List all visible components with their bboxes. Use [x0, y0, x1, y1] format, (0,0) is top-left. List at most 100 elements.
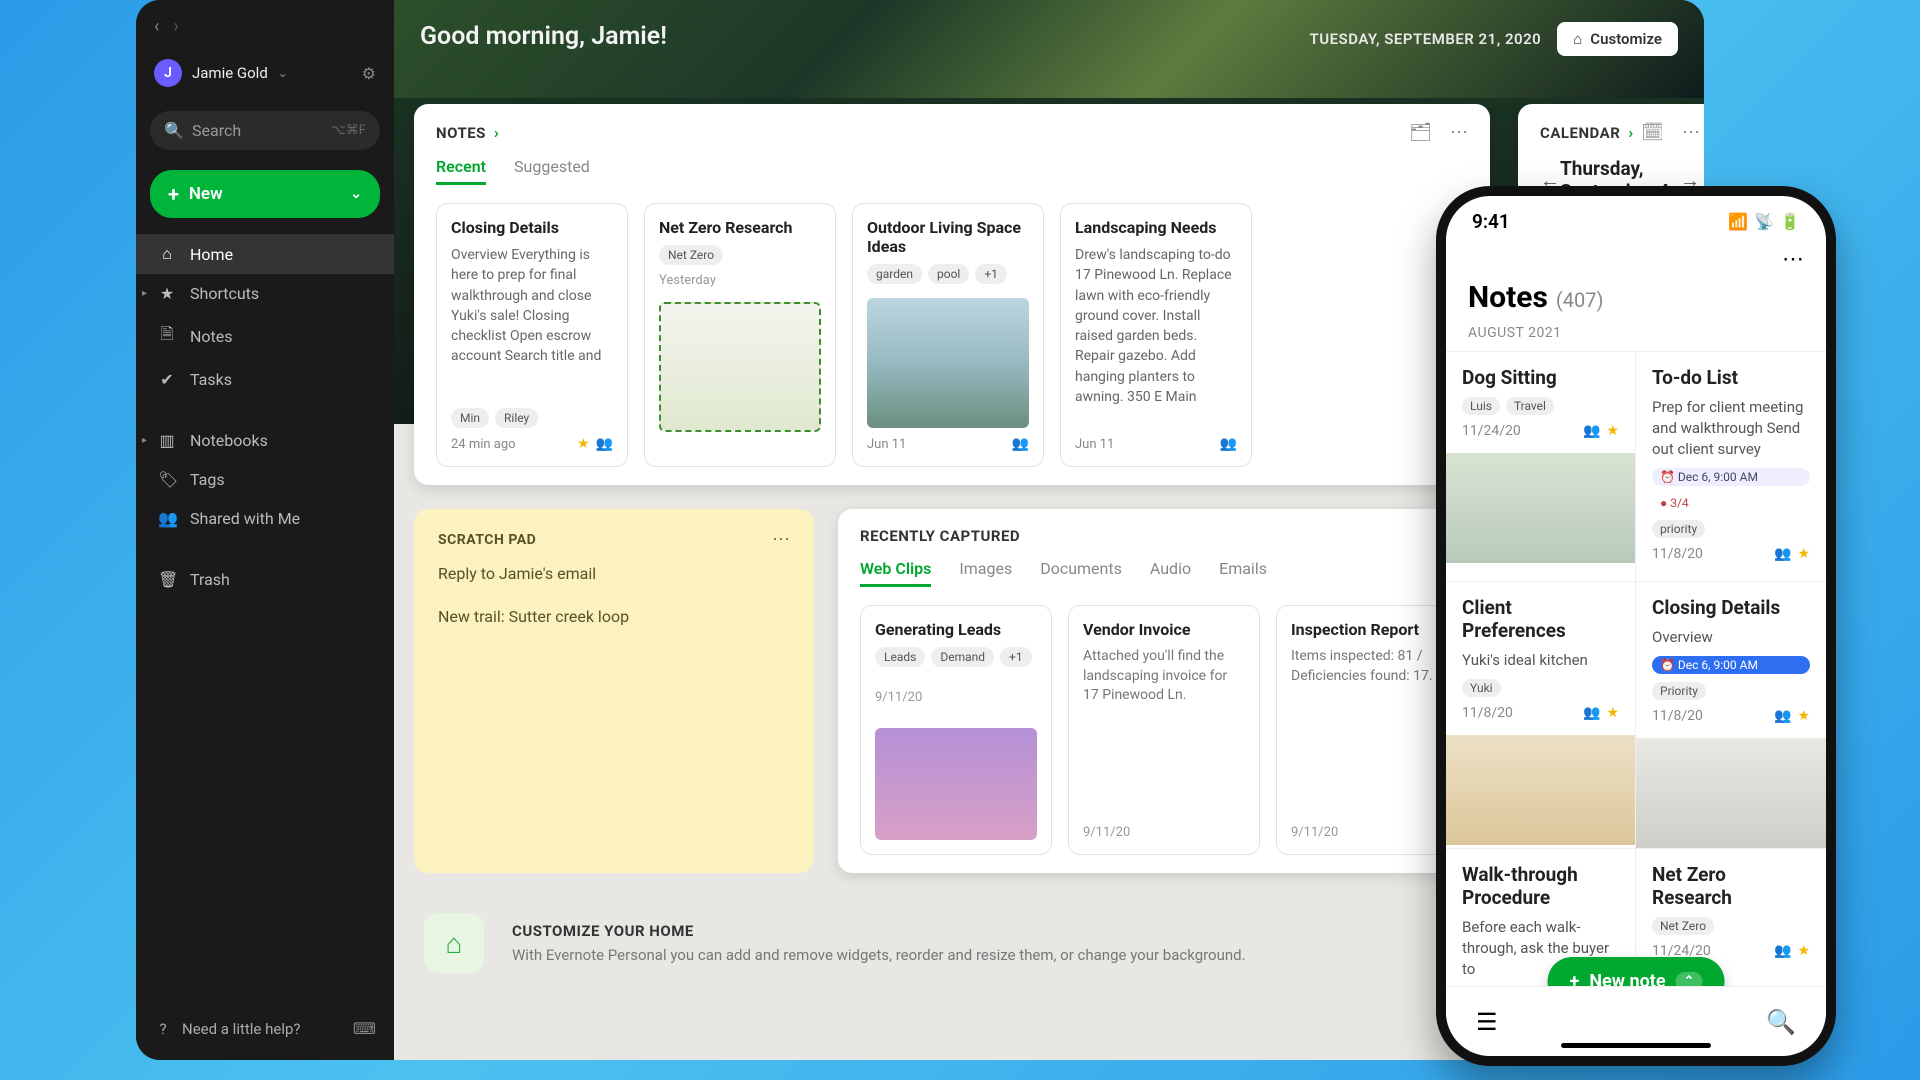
sidebar-label: Shared with Me: [190, 509, 300, 528]
tag[interactable]: garden: [867, 264, 922, 284]
chevron-right-icon[interactable]: ›: [1628, 123, 1633, 142]
recent-tab-documents[interactable]: Documents: [1040, 559, 1122, 587]
scratch-pad[interactable]: SCRATCH PAD ⋯ Reply to Jamie's email New…: [414, 509, 814, 873]
wifi-icon: 📡: [1754, 212, 1774, 231]
shared-icon: 👥: [1012, 436, 1029, 452]
recent-tab-audio[interactable]: Audio: [1150, 559, 1191, 587]
sidebar-label: Notes: [190, 327, 233, 346]
sidebar-item-notes[interactable]: 🗎Notes: [136, 313, 394, 360]
chevron-right-icon[interactable]: ›: [494, 123, 499, 142]
recent-tab-emails[interactable]: Emails: [1219, 559, 1267, 587]
tag[interactable]: priority: [1652, 520, 1705, 538]
sidebar-icon: ▥: [158, 431, 176, 450]
phone-count: (407): [1556, 288, 1604, 312]
notes-title[interactable]: NOTES: [436, 124, 486, 142]
star-icon: ★: [1797, 546, 1810, 562]
note-footer: Jun 11👥: [1075, 436, 1237, 452]
phone-note-cell[interactable]: Client Preferences Yuki's ideal kitchen Yu…: [1446, 582, 1636, 849]
tag[interactable]: +1: [975, 264, 1007, 284]
recent-date: 9/11/20: [1083, 825, 1245, 840]
chevron-down-icon[interactable]: ⌄: [278, 66, 288, 80]
search-icon: 🔍: [164, 121, 182, 140]
phone-note-image: [1446, 453, 1635, 563]
note-card[interactable]: Outdoor Living Space Ideasgardenpool+1Ju…: [852, 203, 1044, 467]
tag[interactable]: Demand: [931, 647, 994, 667]
sidebar-item-shared-with-me[interactable]: 👥Shared with Me: [136, 499, 394, 538]
reminder-pill: ⏰ Dec 6, 9:00 AM: [1652, 468, 1810, 486]
sidebar-item-tasks[interactable]: ✔ Tasks: [136, 360, 394, 399]
date-label: TUESDAY, SEPTEMBER 21, 2020: [1310, 30, 1542, 48]
more-icon[interactable]: ⋯: [1682, 122, 1700, 143]
notes-widget: NOTES › 🗂 ⋯ Recent Suggested Closing Det…: [414, 104, 1490, 485]
recent-image: [875, 728, 1037, 840]
tag[interactable]: Yuki: [1462, 679, 1501, 697]
search-icon[interactable]: 🔍: [1766, 1008, 1796, 1036]
sidebar-item-notebooks[interactable]: ▸▥Notebooks: [136, 421, 394, 460]
tag[interactable]: +1: [1000, 647, 1032, 667]
recent-tab-images[interactable]: Images: [959, 559, 1012, 587]
tag[interactable]: Net Zero: [1652, 917, 1714, 935]
phone-note-cell[interactable]: Closing DetailsOverview⏰ Dec 6, 9:00 AMP…: [1636, 582, 1826, 849]
shared-icon: 👥: [1220, 436, 1237, 452]
recent-title: Generating Leads: [875, 620, 1037, 639]
search-input[interactable]: 🔍 Search ⌥⌘F: [150, 111, 380, 150]
recent-item[interactable]: Generating LeadsLeadsDemand+19/11/20: [860, 605, 1052, 855]
tab-suggested[interactable]: Suggested: [514, 157, 590, 185]
tag[interactable]: Leads: [875, 647, 925, 667]
sidebar-item-trash[interactable]: 🗑Trash: [136, 560, 394, 599]
customize-body: With Evernote Personal you can add and r…: [512, 946, 1246, 964]
shared-icon: 👥: [1583, 705, 1600, 721]
note-body: Drew's landscaping to-do 17 Pinewood Ln.…: [1075, 245, 1237, 428]
sidebar-item-home[interactable]: ⌂Home: [136, 234, 394, 274]
new-button[interactable]: + New ⌄: [150, 170, 380, 218]
phone-note-cell[interactable]: Dog SittingLuisTravel11/24/20👥★: [1446, 352, 1636, 582]
recent-tab-web-clips[interactable]: Web Clips: [860, 559, 931, 587]
tag[interactable]: Riley: [495, 408, 538, 428]
note-card[interactable]: Net Zero ResearchNet ZeroYesterday: [644, 203, 836, 467]
star-icon: ★: [1606, 423, 1619, 439]
hero-right: TUESDAY, SEPTEMBER 21, 2020 ⌂ Customize: [1310, 22, 1678, 56]
note-grid: Closing DetailsOverview Everything is he…: [436, 203, 1468, 467]
tag[interactable]: Travel: [1506, 397, 1554, 415]
phone-note-cell[interactable]: To-do ListPrep for client meeting and wa…: [1636, 352, 1826, 582]
phone-note-image: [1446, 735, 1635, 845]
avatar: J: [154, 59, 182, 87]
phone-note-title: Client Preferences: [1462, 596, 1619, 642]
recent-date: 9/11/20: [1291, 825, 1453, 840]
recent-grid: Generating LeadsLeadsDemand+19/11/20Vend…: [860, 605, 1468, 855]
sidebar-footer[interactable]: ? Need a little help? ⌨: [136, 1005, 394, 1052]
sidebar-label: Tasks: [190, 370, 232, 389]
calendar-title[interactable]: CALENDAR: [1540, 124, 1620, 142]
tag[interactable]: Luis: [1462, 397, 1500, 415]
keyboard-icon[interactable]: ⌨: [353, 1019, 376, 1038]
tag[interactable]: Min: [451, 408, 489, 428]
note-body: Overview Everything is here to prep for …: [451, 245, 613, 400]
menu-icon[interactable]: ☰: [1476, 1008, 1498, 1036]
chevron-down-icon[interactable]: ⌄: [350, 186, 362, 202]
signal-icon: 📶: [1728, 212, 1748, 231]
tag[interactable]: Priority: [1652, 682, 1706, 700]
tag[interactable]: Net Zero: [659, 245, 723, 265]
more-icon[interactable]: ⋯: [772, 529, 790, 550]
gear-icon[interactable]: ⚙: [362, 64, 376, 83]
forward-icon[interactable]: ›: [173, 16, 178, 37]
customize-button[interactable]: ⌂ Customize: [1557, 22, 1678, 56]
recent-item[interactable]: Vendor InvoiceAttached you'll find the l…: [1068, 605, 1260, 855]
user-row[interactable]: J Jamie Gold ⌄ ⚙: [136, 45, 394, 101]
more-icon[interactable]: ⋯: [1450, 122, 1468, 143]
note-icon[interactable]: 🗂: [1409, 122, 1432, 143]
phone-note-title: Net Zero Research: [1652, 863, 1810, 909]
sidebar-item-shortcuts[interactable]: ▸★Shortcuts: [136, 274, 394, 313]
shared-icon: 👥: [1774, 546, 1791, 562]
phone-note-body: Yuki's ideal kitchen: [1462, 650, 1619, 671]
calendar-icon[interactable]: 🗓: [1641, 122, 1664, 143]
tab-recent[interactable]: Recent: [436, 157, 486, 185]
back-icon[interactable]: ‹: [154, 16, 159, 37]
sidebar-item-tags[interactable]: 🏷Tags: [136, 460, 394, 499]
sidebar-icon: ✔: [158, 370, 176, 389]
more-icon[interactable]: ⋯: [1782, 247, 1804, 272]
note-card[interactable]: Closing DetailsOverview Everything is he…: [436, 203, 628, 467]
tag[interactable]: pool: [928, 264, 969, 284]
note-card[interactable]: Landscaping NeedsDrew's landscaping to-d…: [1060, 203, 1252, 467]
tag-row: Net Zero: [1652, 917, 1810, 935]
